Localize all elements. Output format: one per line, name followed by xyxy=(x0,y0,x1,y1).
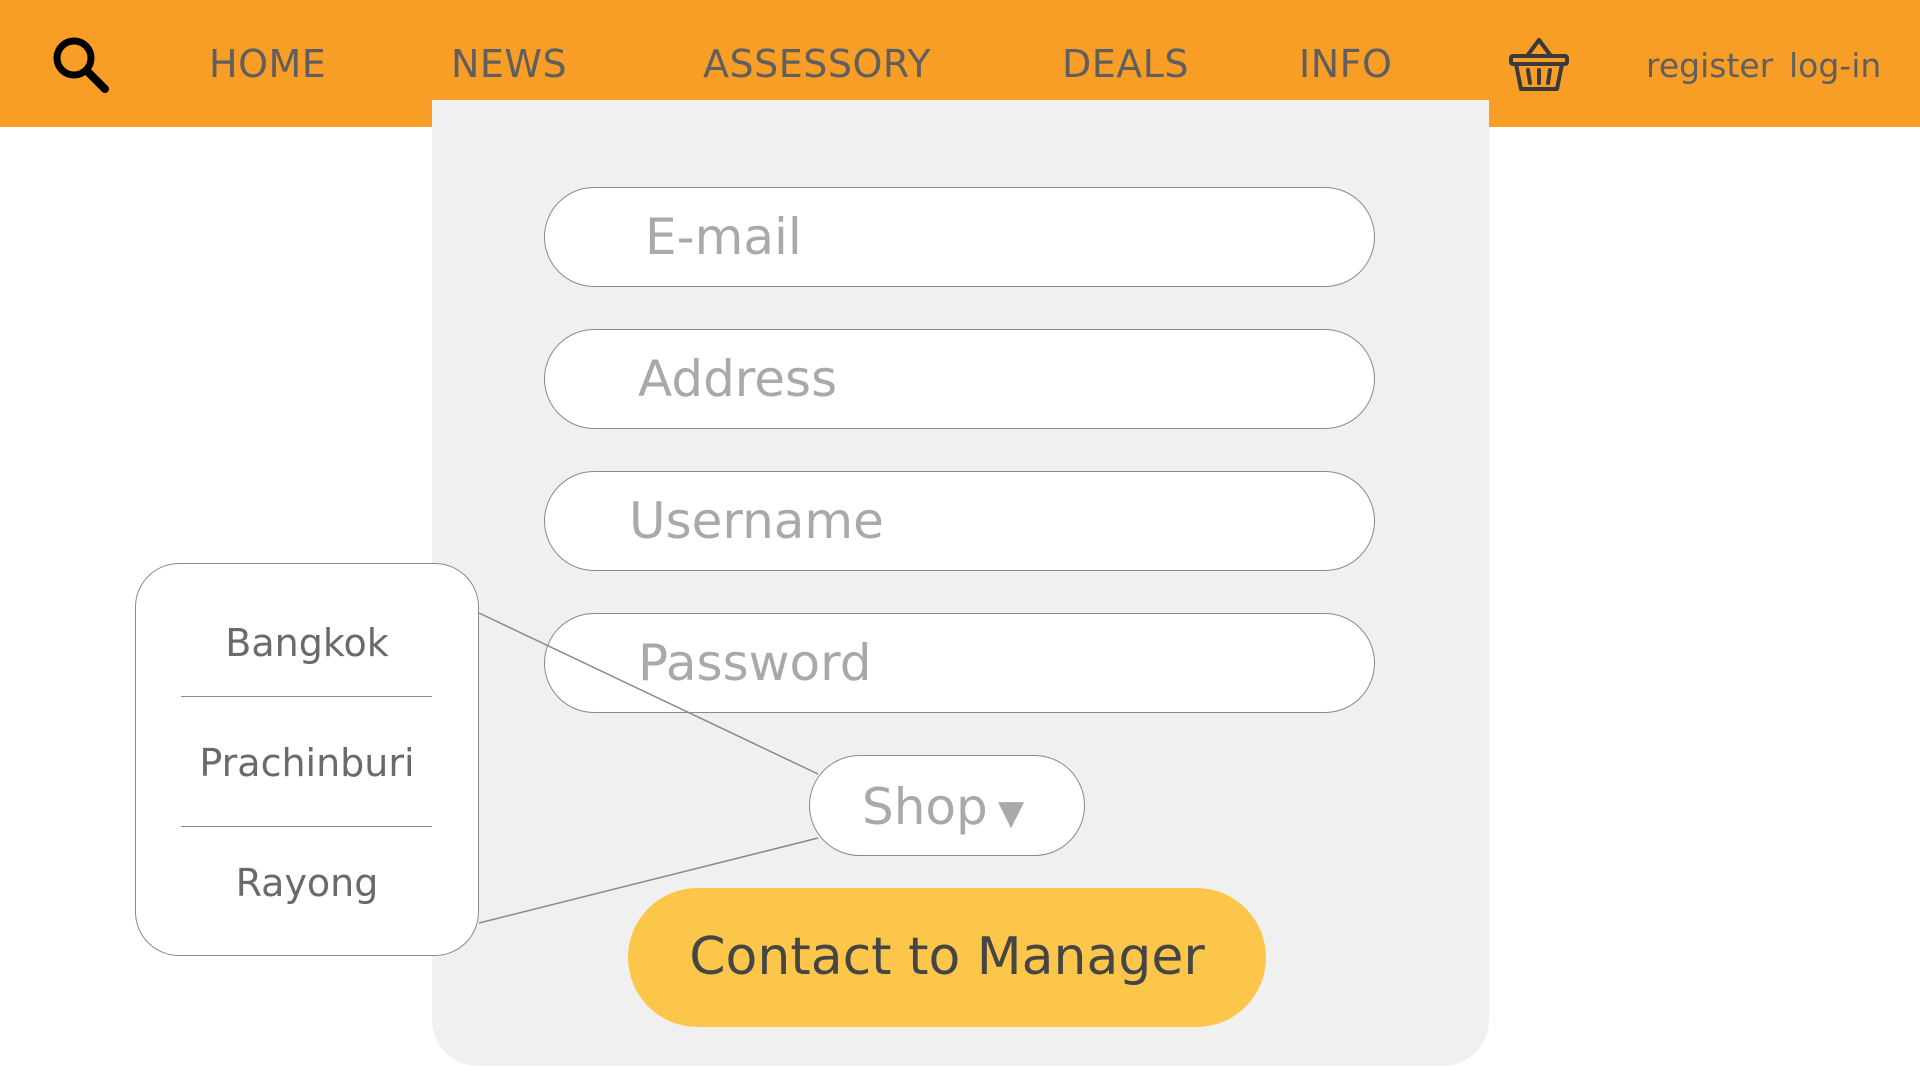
register-link[interactable]: register xyxy=(1646,46,1773,86)
nav-home[interactable]: HOME xyxy=(209,42,326,86)
dropdown-option-bangkok[interactable]: Bangkok xyxy=(136,621,478,665)
shop-select[interactable]: Shop ▼ xyxy=(809,755,1085,856)
nav-assessory[interactable]: ASSESSORY xyxy=(703,42,931,86)
dropdown-divider xyxy=(181,696,432,697)
page: HOME NEWS ASSESSORY DEALS INFO register … xyxy=(0,0,1920,1080)
shop-dropdown-list: Bangkok Prachinburi Rayong xyxy=(135,563,479,956)
nav-deals[interactable]: DEALS xyxy=(1062,42,1189,86)
username-field[interactable] xyxy=(544,471,1375,571)
dropdown-option-prachinburi[interactable]: Prachinburi xyxy=(136,741,478,785)
email-field[interactable] xyxy=(544,187,1375,287)
login-link[interactable]: log-in xyxy=(1789,46,1881,86)
password-field[interactable] xyxy=(544,613,1375,713)
search-icon xyxy=(53,37,109,93)
basket-icon xyxy=(1509,38,1569,91)
dropdown-divider xyxy=(181,826,432,827)
shop-select-label: Shop xyxy=(862,778,988,836)
nav-info[interactable]: INFO xyxy=(1299,42,1392,86)
search-button[interactable] xyxy=(50,34,112,96)
chevron-down-icon: ▼ xyxy=(998,793,1025,833)
contact-manager-button[interactable]: Contact to Manager xyxy=(628,888,1266,1027)
nav-news[interactable]: NEWS xyxy=(451,42,567,86)
dropdown-option-rayong[interactable]: Rayong xyxy=(136,861,478,905)
cart-button[interactable] xyxy=(1508,36,1570,94)
address-field[interactable] xyxy=(544,329,1375,429)
